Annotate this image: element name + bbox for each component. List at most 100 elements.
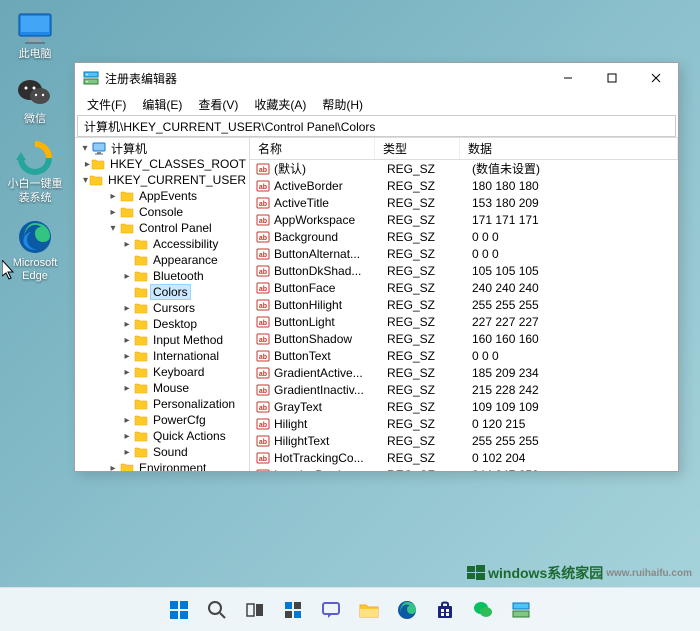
tree-item[interactable]: ▸Console — [75, 204, 249, 220]
expander-icon[interactable]: ▸ — [121, 239, 133, 250]
list-row[interactable]: abBackgroundREG_SZ0 0 0 — [250, 228, 678, 245]
expander-icon[interactable]: ▸ — [121, 351, 133, 362]
list-row[interactable]: abButtonHilightREG_SZ255 255 255 — [250, 296, 678, 313]
tree-item[interactable]: Appearance — [75, 252, 249, 268]
tree-label[interactable]: HKEY_CURRENT_USER — [105, 173, 249, 187]
taskbar-taskview[interactable] — [239, 594, 271, 626]
list-row[interactable]: abHilightTextREG_SZ255 255 255 — [250, 432, 678, 449]
address-bar[interactable]: 计算机\HKEY_CURRENT_USER\Control Panel\Colo… — [77, 115, 676, 137]
list-row[interactable]: ab(默认)REG_SZ(数值未设置) — [250, 160, 678, 177]
tree-label[interactable]: Cursors — [150, 301, 198, 315]
tree-item[interactable]: ▸ HKEY_CLASSES_ROOT — [75, 156, 249, 172]
expander-icon[interactable]: ▾ — [83, 175, 88, 186]
taskbar-widgets[interactable] — [277, 594, 309, 626]
tree-item[interactable]: ▸ Cursors — [75, 300, 249, 316]
tree-item[interactable]: ▾ HKEY_CURRENT_USER — [75, 172, 249, 188]
menu-favorites[interactable]: 收藏夹(A) — [248, 94, 312, 115]
list-row[interactable]: abButtonFaceREG_SZ240 240 240 — [250, 279, 678, 296]
expander-icon[interactable]: ▸ — [107, 207, 119, 218]
desktop-icon-xiaobai[interactable]: 小白一键重装系统 — [6, 140, 64, 204]
tree-label[interactable]: Accessibility — [150, 237, 221, 251]
tree-item[interactable]: ▸ AppEvents — [75, 188, 249, 204]
list-row[interactable]: abButtonLightREG_SZ227 227 227 — [250, 313, 678, 330]
list-row[interactable]: abGradientInactiv...REG_SZ215 228 242 — [250, 381, 678, 398]
tree-label[interactable]: Environment — [136, 461, 209, 471]
close-button[interactable] — [634, 63, 678, 93]
tree-label[interactable]: International — [150, 349, 222, 363]
expander-icon[interactable]: ▸ — [121, 383, 133, 394]
menu-edit[interactable]: 编辑(E) — [136, 94, 188, 115]
list-pane[interactable]: 名称 类型 数据 ab(默认)REG_SZ(数值未设置)abActiveBord… — [250, 138, 678, 471]
taskbar-search[interactable] — [201, 594, 233, 626]
list-row[interactable]: abButtonDkShad...REG_SZ105 105 105 — [250, 262, 678, 279]
tree-item[interactable]: ▸ Environment — [75, 460, 249, 471]
tree-item[interactable]: ▾ 计算机 — [75, 140, 249, 156]
tree-item[interactable]: ▸PowerCfg — [75, 412, 249, 428]
tree-item[interactable]: Colors — [75, 284, 249, 300]
taskbar-store[interactable] — [429, 594, 461, 626]
list-row[interactable]: abActiveTitleREG_SZ153 180 209 — [250, 194, 678, 211]
expander-icon[interactable]: ▸ — [107, 463, 119, 472]
taskbar-chat[interactable] — [315, 594, 347, 626]
tree-label[interactable]: Bluetooth — [150, 269, 207, 283]
tree-item[interactable]: ▸ Keyboard — [75, 364, 249, 380]
expander-icon[interactable]: ▸ — [121, 335, 133, 346]
tree-item[interactable]: ▸ Bluetooth — [75, 268, 249, 284]
titlebar[interactable]: 注册表编辑器 — [75, 63, 678, 93]
maximize-button[interactable] — [590, 63, 634, 93]
menu-file[interactable]: 文件(F) — [81, 94, 132, 115]
tree-item[interactable]: ▸ Sound — [75, 444, 249, 460]
list-row[interactable]: abActiveBorderREG_SZ180 180 180 — [250, 177, 678, 194]
tree-label[interactable]: Mouse — [150, 381, 192, 395]
minimize-button[interactable] — [546, 63, 590, 93]
list-row[interactable]: abAppWorkspaceREG_SZ171 171 171 — [250, 211, 678, 228]
list-row[interactable]: abGrayTextREG_SZ109 109 109 — [250, 398, 678, 415]
tree-label[interactable]: Control Panel — [136, 221, 215, 235]
tree-label[interactable]: Colors — [150, 284, 191, 300]
tree-label[interactable]: Desktop — [150, 317, 200, 331]
tree-item[interactable]: ▸ Mouse — [75, 380, 249, 396]
list-row[interactable]: abButtonShadowREG_SZ160 160 160 — [250, 330, 678, 347]
tree-label[interactable]: AppEvents — [136, 189, 200, 203]
tree-item[interactable]: ▾ Control Panel — [75, 220, 249, 236]
expander-icon[interactable]: ▸ — [85, 159, 90, 170]
desktop-icon-wechat[interactable]: 微信 — [6, 75, 64, 126]
expander-icon[interactable]: ▸ — [107, 191, 119, 202]
menu-help[interactable]: 帮助(H) — [316, 94, 369, 115]
tree-item[interactable]: ▸ Desktop — [75, 316, 249, 332]
tree-item[interactable]: ▸ International — [75, 348, 249, 364]
tree-label[interactable]: 计算机 — [108, 140, 150, 157]
tree-label[interactable]: Sound — [150, 445, 191, 459]
expander-icon[interactable]: ▾ — [107, 223, 119, 234]
tree-item[interactable]: ▸ Input Method — [75, 332, 249, 348]
expander-icon[interactable]: ▸ — [121, 447, 133, 458]
column-name[interactable]: 名称 — [250, 138, 375, 159]
column-type[interactable]: 类型 — [375, 138, 460, 159]
expander-icon[interactable]: ▸ — [121, 367, 133, 378]
tree-label[interactable]: Keyboard — [150, 365, 207, 379]
list-row[interactable]: abHotTrackingCo...REG_SZ0 102 204 — [250, 449, 678, 466]
tree-item[interactable]: ▸ Accessibility — [75, 236, 249, 252]
expander-icon[interactable]: ▸ — [121, 415, 133, 426]
taskbar-regedit[interactable] — [505, 594, 537, 626]
taskbar-explorer[interactable] — [353, 594, 385, 626]
expander-icon[interactable]: ▸ — [121, 271, 133, 282]
desktop-icon-edge[interactable]: Microsoft Edge — [6, 219, 64, 283]
tree-item[interactable]: Personalization — [75, 396, 249, 412]
expander-icon[interactable]: ▸ — [121, 303, 133, 314]
tree-label[interactable]: HKEY_CLASSES_ROOT — [107, 157, 249, 171]
tree-pane[interactable]: ▾ 计算机 ▸ HKEY_CLASSES_ROOT ▾ HKEY_CURRENT_USER… — [75, 138, 250, 471]
expander-icon[interactable]: ▸ — [121, 319, 133, 330]
list-row[interactable]: abButtonTextREG_SZ0 0 0 — [250, 347, 678, 364]
expander-icon[interactable]: ▸ — [121, 431, 133, 442]
tree-label[interactable]: Quick Actions — [150, 429, 229, 443]
list-row[interactable]: abGradientActive...REG_SZ185 209 234 — [250, 364, 678, 381]
tree-label[interactable]: Input Method — [150, 333, 226, 347]
taskbar-wechat[interactable] — [467, 594, 499, 626]
expander-icon[interactable]: ▾ — [79, 143, 91, 154]
column-data[interactable]: 数据 — [460, 138, 678, 159]
tree-label[interactable]: Appearance — [150, 253, 221, 267]
list-row[interactable]: abButtonAlternat...REG_SZ0 0 0 — [250, 245, 678, 262]
desktop-icon-this-pc[interactable]: 此电脑 — [6, 10, 64, 61]
taskbar-edge[interactable] — [391, 594, 423, 626]
